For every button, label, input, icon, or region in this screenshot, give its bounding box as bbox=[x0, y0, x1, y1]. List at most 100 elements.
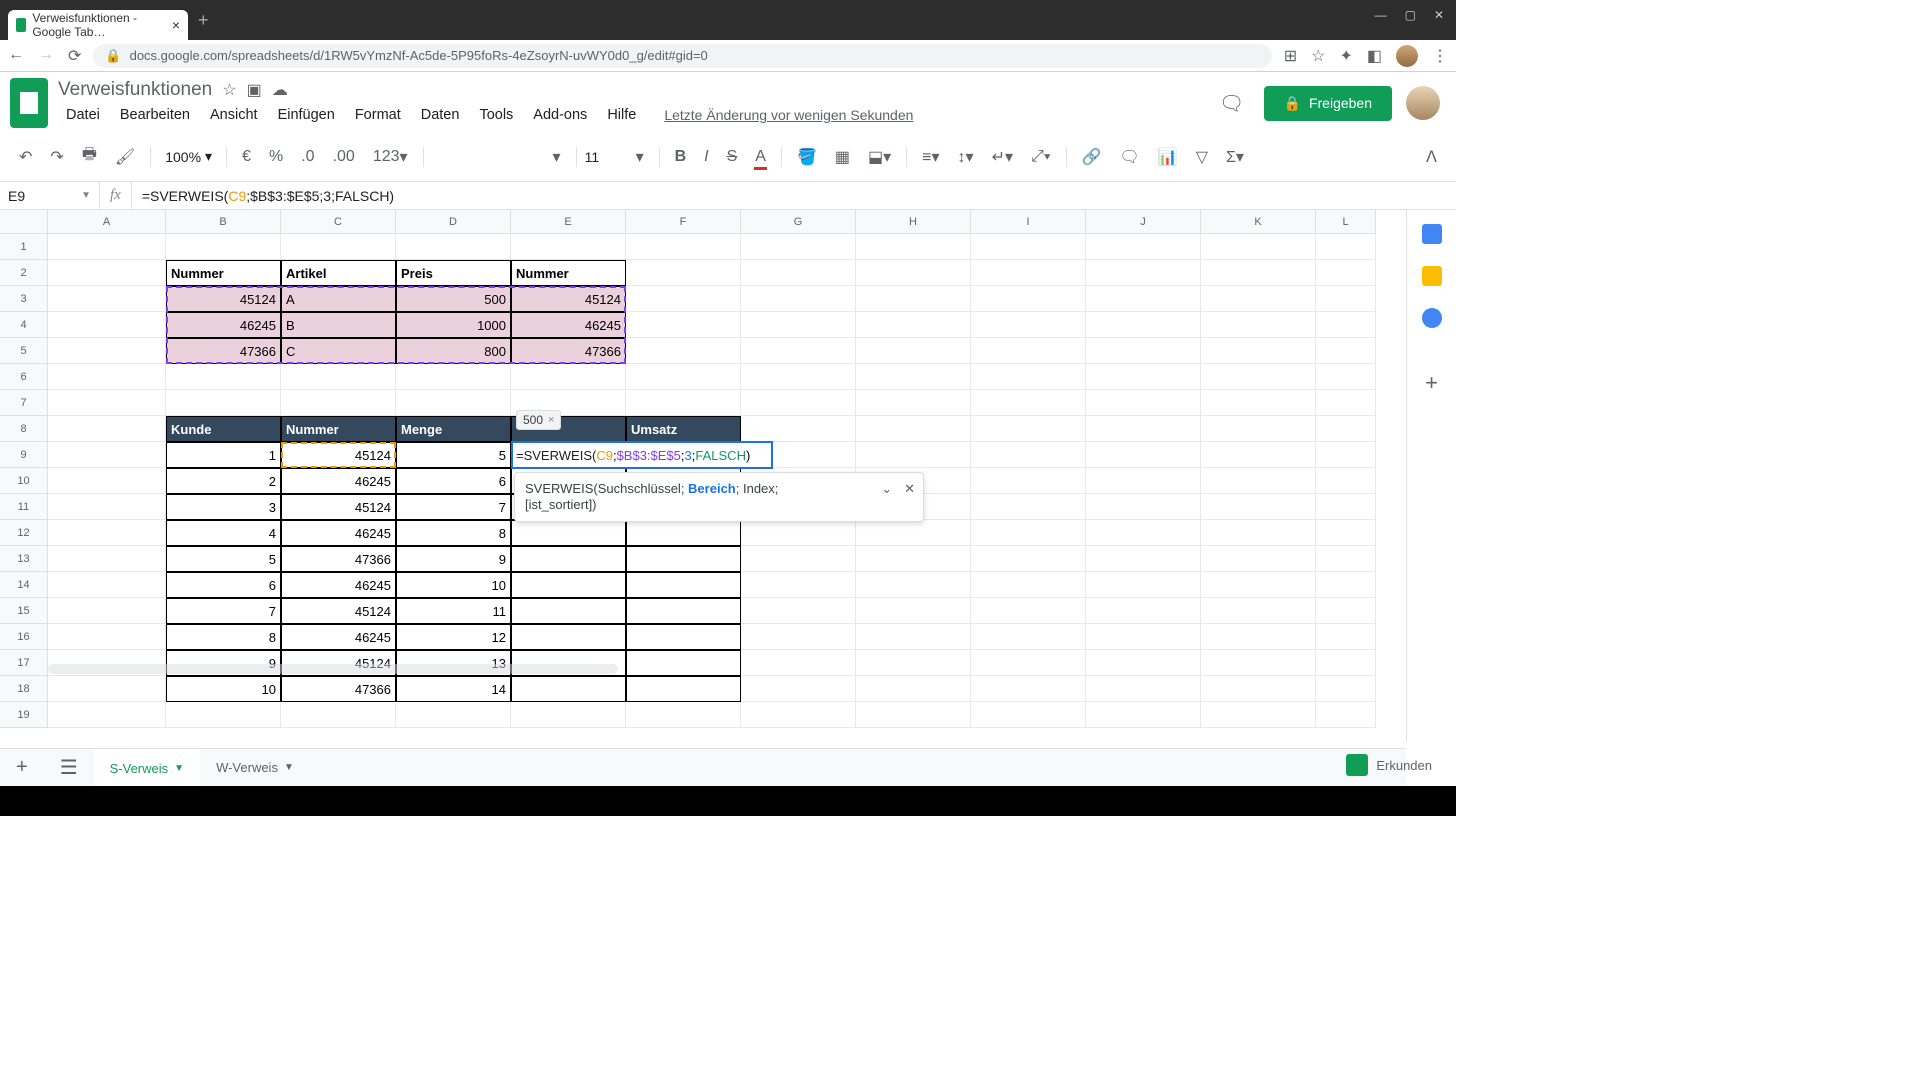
column-header[interactable]: D bbox=[396, 210, 511, 234]
cell[interactable]: 45124 bbox=[281, 598, 396, 624]
cell[interactable]: 500 bbox=[396, 286, 511, 312]
cell[interactable] bbox=[856, 390, 971, 416]
calendar-addon-icon[interactable] bbox=[1422, 224, 1442, 244]
menu-icon[interactable]: ⋮ bbox=[1432, 46, 1448, 66]
close-help-icon[interactable]: ✕ bbox=[904, 481, 915, 497]
close-preview-icon[interactable]: × bbox=[548, 414, 554, 426]
row-header[interactable]: 13 bbox=[0, 546, 48, 572]
h-align-icon[interactable]: ≡▾ bbox=[915, 142, 946, 172]
cell[interactable]: 800 bbox=[396, 338, 511, 364]
cell[interactable] bbox=[741, 702, 856, 728]
cell[interactable]: 45124 bbox=[166, 286, 281, 312]
cell[interactable] bbox=[48, 286, 166, 312]
cell[interactable]: Artikel bbox=[281, 260, 396, 286]
cell[interactable] bbox=[1201, 260, 1316, 286]
cell[interactable] bbox=[856, 624, 971, 650]
cell[interactable] bbox=[1201, 624, 1316, 650]
cell[interactable] bbox=[626, 260, 741, 286]
cell[interactable]: 11 bbox=[396, 598, 511, 624]
cell[interactable] bbox=[1201, 520, 1316, 546]
row-header[interactable]: 15 bbox=[0, 598, 48, 624]
menu-help[interactable]: Hilfe bbox=[599, 103, 644, 127]
column-header[interactable]: K bbox=[1201, 210, 1316, 234]
cell[interactable] bbox=[626, 286, 741, 312]
row-header[interactable]: 18 bbox=[0, 676, 48, 702]
cell[interactable] bbox=[1316, 650, 1376, 676]
cell[interactable] bbox=[281, 234, 396, 260]
collapse-toolbar-icon[interactable]: ᐱ bbox=[1419, 142, 1444, 172]
tasks-addon-icon[interactable] bbox=[1422, 308, 1442, 328]
cell[interactable] bbox=[166, 234, 281, 260]
cell[interactable] bbox=[1201, 312, 1316, 338]
row-header[interactable]: 10 bbox=[0, 468, 48, 494]
close-window-icon[interactable]: ✕ bbox=[1434, 8, 1444, 22]
cell[interactable] bbox=[1086, 468, 1201, 494]
cell[interactable] bbox=[856, 520, 971, 546]
cell[interactable] bbox=[1086, 520, 1201, 546]
cell[interactable] bbox=[1086, 598, 1201, 624]
cell[interactable] bbox=[1316, 442, 1376, 468]
cell[interactable] bbox=[971, 650, 1086, 676]
forward-icon[interactable]: → bbox=[38, 46, 54, 66]
cell[interactable] bbox=[1316, 494, 1376, 520]
cell[interactable] bbox=[1201, 416, 1316, 442]
column-header[interactable]: B bbox=[166, 210, 281, 234]
cell[interactable] bbox=[1316, 338, 1376, 364]
explore-button[interactable]: Erkunden bbox=[1334, 748, 1444, 782]
cell[interactable] bbox=[971, 676, 1086, 702]
cell[interactable] bbox=[1086, 364, 1201, 390]
cell[interactable] bbox=[971, 468, 1086, 494]
cell-editor[interactable]: =SVERWEIS(C9;$B$3:$E$5;3;FALSCH) bbox=[511, 441, 773, 469]
document-title[interactable]: Verweisfunktionen bbox=[58, 79, 212, 101]
cell[interactable] bbox=[1201, 572, 1316, 598]
cell[interactable]: B bbox=[281, 312, 396, 338]
sheet-tab-wverweis[interactable]: W-Verweis▼ bbox=[200, 749, 310, 786]
row-header[interactable]: 5 bbox=[0, 338, 48, 364]
cell[interactable] bbox=[741, 286, 856, 312]
column-header[interactable]: E bbox=[511, 210, 626, 234]
cell[interactable]: 4 bbox=[166, 520, 281, 546]
cell[interactable] bbox=[856, 702, 971, 728]
increase-decimal-icon[interactable]: .00 bbox=[326, 143, 362, 171]
menu-data[interactable]: Daten bbox=[413, 103, 468, 127]
browser-tab[interactable]: Verweisfunktionen - Google Tab… × bbox=[8, 10, 188, 40]
cell[interactable] bbox=[971, 234, 1086, 260]
cell[interactable] bbox=[741, 520, 856, 546]
back-icon[interactable]: ← bbox=[8, 46, 24, 66]
cell[interactable] bbox=[1201, 286, 1316, 312]
cell[interactable] bbox=[1316, 546, 1376, 572]
cell[interactable] bbox=[1316, 572, 1376, 598]
cell[interactable] bbox=[1086, 442, 1201, 468]
row-header[interactable]: 17 bbox=[0, 650, 48, 676]
borders-icon[interactable]: ▦ bbox=[828, 142, 857, 172]
column-header[interactable]: I bbox=[971, 210, 1086, 234]
ext2-icon[interactable]: ◧ bbox=[1367, 46, 1382, 66]
cell[interactable] bbox=[1316, 468, 1376, 494]
cell[interactable] bbox=[511, 546, 626, 572]
cell[interactable] bbox=[1086, 260, 1201, 286]
cell[interactable] bbox=[856, 286, 971, 312]
menu-addons[interactable]: Add-ons bbox=[525, 103, 595, 127]
cell[interactable]: 12 bbox=[396, 624, 511, 650]
minimize-icon[interactable]: — bbox=[1375, 8, 1387, 22]
cell[interactable] bbox=[396, 364, 511, 390]
cell[interactable] bbox=[971, 520, 1086, 546]
column-header[interactable]: C bbox=[281, 210, 396, 234]
cell[interactable] bbox=[856, 338, 971, 364]
cell[interactable]: 7 bbox=[396, 494, 511, 520]
share-button[interactable]: 🔒 Freigeben bbox=[1264, 86, 1392, 121]
column-header[interactable]: G bbox=[741, 210, 856, 234]
row-header[interactable]: 11 bbox=[0, 494, 48, 520]
cell[interactable]: 46245 bbox=[281, 624, 396, 650]
cell[interactable]: C bbox=[281, 338, 396, 364]
cell[interactable] bbox=[741, 364, 856, 390]
cell[interactable] bbox=[396, 702, 511, 728]
cell[interactable]: 9 bbox=[396, 546, 511, 572]
cell[interactable] bbox=[511, 598, 626, 624]
cell[interactable]: Preis bbox=[396, 260, 511, 286]
cell[interactable]: Nummer bbox=[166, 260, 281, 286]
cell[interactable] bbox=[48, 572, 166, 598]
star-icon[interactable]: ☆ bbox=[222, 80, 236, 100]
row-header[interactable]: 4 bbox=[0, 312, 48, 338]
cell[interactable] bbox=[971, 572, 1086, 598]
